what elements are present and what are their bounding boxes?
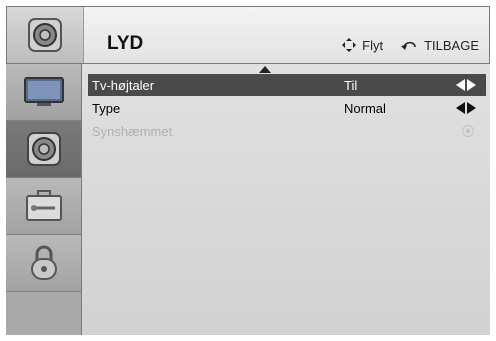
move-hint-label: Flyt xyxy=(362,37,384,53)
speaker-icon xyxy=(26,132,61,166)
menu-row-label: Synshæmmet xyxy=(92,123,173,139)
menu-header: LYD Flyt TILBAGE xyxy=(6,6,490,64)
menu-window: LYD Flyt TILBAGE Tv-højtaler Til Type No… xyxy=(6,6,490,335)
page-title: LYD xyxy=(107,33,144,54)
sidebar-item-sound[interactable] xyxy=(6,121,81,178)
nav-hints: Flyt TILBAGE xyxy=(341,37,479,53)
back-arrow-icon xyxy=(401,41,416,50)
left-right-arrows-icon[interactable] xyxy=(456,79,476,91)
menu-row-label: Type xyxy=(92,100,121,116)
sidebar-item-setup[interactable] xyxy=(6,178,81,235)
main-panel: Tv-højtaler Til Type Normal Synshæmmet xyxy=(82,64,490,335)
lock-icon xyxy=(30,245,57,280)
toolbox-icon xyxy=(25,190,62,221)
left-right-arrows-icon[interactable] xyxy=(456,102,476,114)
sidebar-item-picture[interactable] xyxy=(6,64,81,121)
menu-row-label: Tv-højtaler xyxy=(92,77,155,93)
sidebar-item-lock[interactable] xyxy=(6,235,81,292)
radio-dot-icon xyxy=(462,125,474,137)
menu-row-visually-impaired: Synshæmmet xyxy=(88,120,486,142)
menu-row-tv-speaker[interactable]: Tv-højtaler Til xyxy=(88,74,486,96)
header-icon-cell xyxy=(7,7,84,63)
menu-row-value: Normal xyxy=(344,100,386,116)
menu-row-value: Til xyxy=(344,77,358,93)
dpad-arrows-icon xyxy=(342,38,357,52)
sidebar xyxy=(6,64,82,335)
menu-row-type[interactable]: Type Normal xyxy=(88,97,486,119)
back-hint-label: TILBAGE xyxy=(424,37,479,53)
scroll-up-arrow-icon[interactable] xyxy=(259,66,271,73)
back-hint[interactable]: TILBAGE xyxy=(401,38,479,53)
speaker-icon xyxy=(28,18,62,52)
move-hint: Flyt xyxy=(341,37,383,53)
tv-icon xyxy=(23,77,64,106)
